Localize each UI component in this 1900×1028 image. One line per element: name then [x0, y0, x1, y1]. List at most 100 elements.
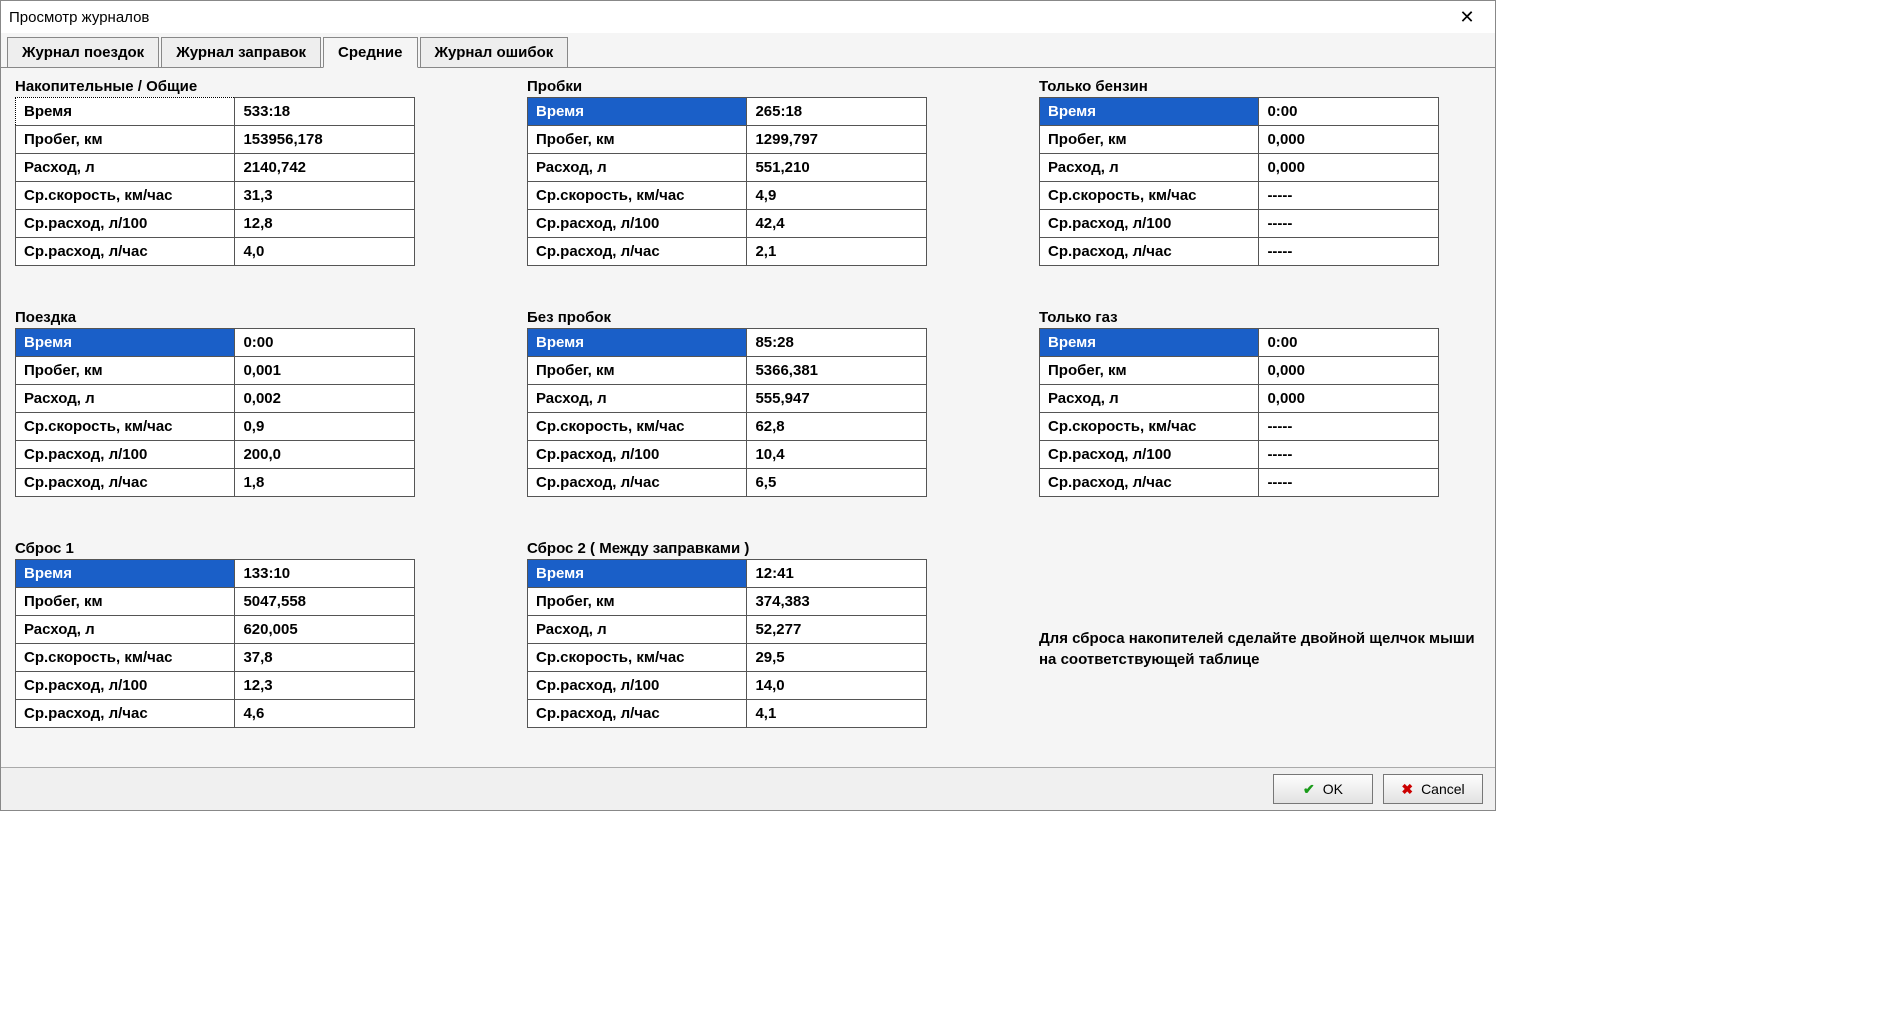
row-value: 0,000 — [1259, 154, 1439, 182]
row-value: ----- — [1259, 238, 1439, 266]
row-label: Ср.расход, л/час — [1040, 469, 1259, 497]
row-label: Время — [1040, 329, 1259, 357]
row-label: Время — [528, 560, 747, 588]
row-value: 2,1 — [747, 238, 927, 266]
cancel-button-label: Cancel — [1421, 781, 1465, 797]
block-title: Пробки — [527, 78, 969, 95]
row-value: 12,8 — [235, 210, 415, 238]
row-value: 4,6 — [235, 700, 415, 728]
row-value: 153956,178 — [235, 126, 415, 154]
row-label: Ср.расход, л/час — [16, 469, 235, 497]
row-value: 265:18 — [747, 98, 927, 126]
row-label: Ср.скорость, км/час — [1040, 182, 1259, 210]
ok-button-label: OK — [1323, 781, 1343, 797]
row-value: 133:10 — [235, 560, 415, 588]
stat-table: Время265:18 Пробег, км1299,797 Расход, л… — [527, 97, 927, 266]
row-label: Ср.расход, л/100 — [528, 441, 747, 469]
block-reset1[interactable]: Сброс 1 Время133:10 Пробег, км5047,558 Р… — [15, 540, 457, 757]
stat-table: Время533:18 Пробег, км153956,178 Расход,… — [15, 97, 415, 266]
row-label: Время — [16, 329, 235, 357]
stat-table: Время0:00 Пробег, км0,000 Расход, л0,000… — [1039, 97, 1439, 266]
block-title: Накопительные / Общие — [15, 78, 457, 95]
block-gas[interactable]: Только газ Время0:00 Пробег, км0,000 Рас… — [1039, 309, 1481, 526]
tab-errors-log[interactable]: Журнал ошибок — [420, 37, 569, 67]
row-label: Ср.расход, л/100 — [528, 210, 747, 238]
row-value: 0:00 — [235, 329, 415, 357]
tabs-bar: Журнал поездок Журнал заправок Средние Ж… — [1, 33, 1495, 68]
block-title: Сброс 2 ( Между заправками ) — [527, 540, 969, 557]
block-no-traffic[interactable]: Без пробок Время85:28 Пробег, км5366,381… — [527, 309, 969, 526]
row-label: Пробег, км — [528, 357, 747, 385]
tab-trips-log[interactable]: Журнал поездок — [7, 37, 159, 67]
row-value: 1299,797 — [747, 126, 927, 154]
row-value: 4,1 — [747, 700, 927, 728]
row-label: Время — [528, 98, 747, 126]
block-reset2[interactable]: Сброс 2 ( Между заправками ) Время12:41 … — [527, 540, 969, 757]
row-value: 5366,381 — [747, 357, 927, 385]
row-value: 12,3 — [235, 672, 415, 700]
stat-table: Время0:00 Пробег, км0,000 Расход, л0,000… — [1039, 328, 1439, 497]
row-value: 10,4 — [747, 441, 927, 469]
row-value: 0,000 — [1259, 126, 1439, 154]
block-trip[interactable]: Поездка Время0:00 Пробег, км0,001 Расход… — [15, 309, 457, 526]
row-value: 1,8 — [235, 469, 415, 497]
close-icon: ✕ — [1459, 7, 1474, 28]
close-button[interactable]: ✕ — [1447, 3, 1487, 31]
row-label: Расход, л — [528, 154, 747, 182]
row-label: Ср.расход, л/100 — [528, 672, 747, 700]
block-title: Поездка — [15, 309, 457, 326]
row-label: Пробег, км — [1040, 357, 1259, 385]
row-value: 0,002 — [235, 385, 415, 413]
row-value: ----- — [1259, 441, 1439, 469]
row-value: ----- — [1259, 182, 1439, 210]
row-value: 0,000 — [1259, 357, 1439, 385]
row-value: 555,947 — [747, 385, 927, 413]
tab-refuel-log[interactable]: Журнал заправок — [161, 37, 321, 67]
ok-button[interactable]: ✔ OK — [1273, 774, 1373, 804]
row-value: 0,9 — [235, 413, 415, 441]
block-cumulative[interactable]: Накопительные / Общие Время533:18 Пробег… — [15, 78, 457, 295]
row-label: Время — [528, 329, 747, 357]
block-traffic[interactable]: Пробки Время265:18 Пробег, км1299,797 Ра… — [527, 78, 969, 295]
row-label: Время — [16, 98, 235, 126]
row-label: Ср.расход, л/час — [16, 238, 235, 266]
row-value: ----- — [1259, 210, 1439, 238]
row-value: 62,8 — [747, 413, 927, 441]
reset-hint-text: Для сброса накопителей сделайте двойной … — [1039, 628, 1481, 670]
cancel-button[interactable]: ✖ Cancel — [1383, 774, 1483, 804]
row-value: 37,8 — [235, 644, 415, 672]
row-label: Ср.скорость, км/час — [1040, 413, 1259, 441]
row-label: Ср.расход, л/100 — [16, 210, 235, 238]
stat-table: Время133:10 Пробег, км5047,558 Расход, л… — [15, 559, 415, 728]
row-label: Расход, л — [528, 616, 747, 644]
row-value: 29,5 — [747, 644, 927, 672]
row-label: Ср.скорость, км/час — [528, 413, 747, 441]
row-value: 0,001 — [235, 357, 415, 385]
row-value: 5047,558 — [235, 588, 415, 616]
logs-window: Просмотр журналов ✕ Журнал поездок Журна… — [0, 0, 1496, 811]
row-value: 2140,742 — [235, 154, 415, 182]
row-label: Пробег, км — [16, 126, 235, 154]
row-label: Ср.скорость, км/час — [16, 644, 235, 672]
row-label: Ср.скорость, км/час — [528, 644, 747, 672]
row-value: 620,005 — [235, 616, 415, 644]
titlebar: Просмотр журналов ✕ — [1, 1, 1495, 33]
row-value: 374,383 — [747, 588, 927, 616]
row-label: Ср.расход, л/100 — [1040, 210, 1259, 238]
check-icon: ✔ — [1303, 781, 1315, 798]
row-value: 12:41 — [747, 560, 927, 588]
row-value: 85:28 — [747, 329, 927, 357]
stat-table: Время0:00 Пробег, км0,001 Расход, л0,002… — [15, 328, 415, 497]
row-value: 14,0 — [747, 672, 927, 700]
row-label: Расход, л — [16, 616, 235, 644]
tab-averages[interactable]: Средние — [323, 37, 417, 68]
row-value: 200,0 — [235, 441, 415, 469]
row-value: 0:00 — [1259, 98, 1439, 126]
row-label: Ср.скорость, км/час — [16, 182, 235, 210]
row-label: Пробег, км — [1040, 126, 1259, 154]
block-title: Сброс 1 — [15, 540, 457, 557]
block-petrol[interactable]: Только бензин Время0:00 Пробег, км0,000 … — [1039, 78, 1481, 295]
block-title: Только бензин — [1039, 78, 1481, 95]
row-label: Пробег, км — [528, 126, 747, 154]
row-label: Ср.расход, л/час — [528, 700, 747, 728]
